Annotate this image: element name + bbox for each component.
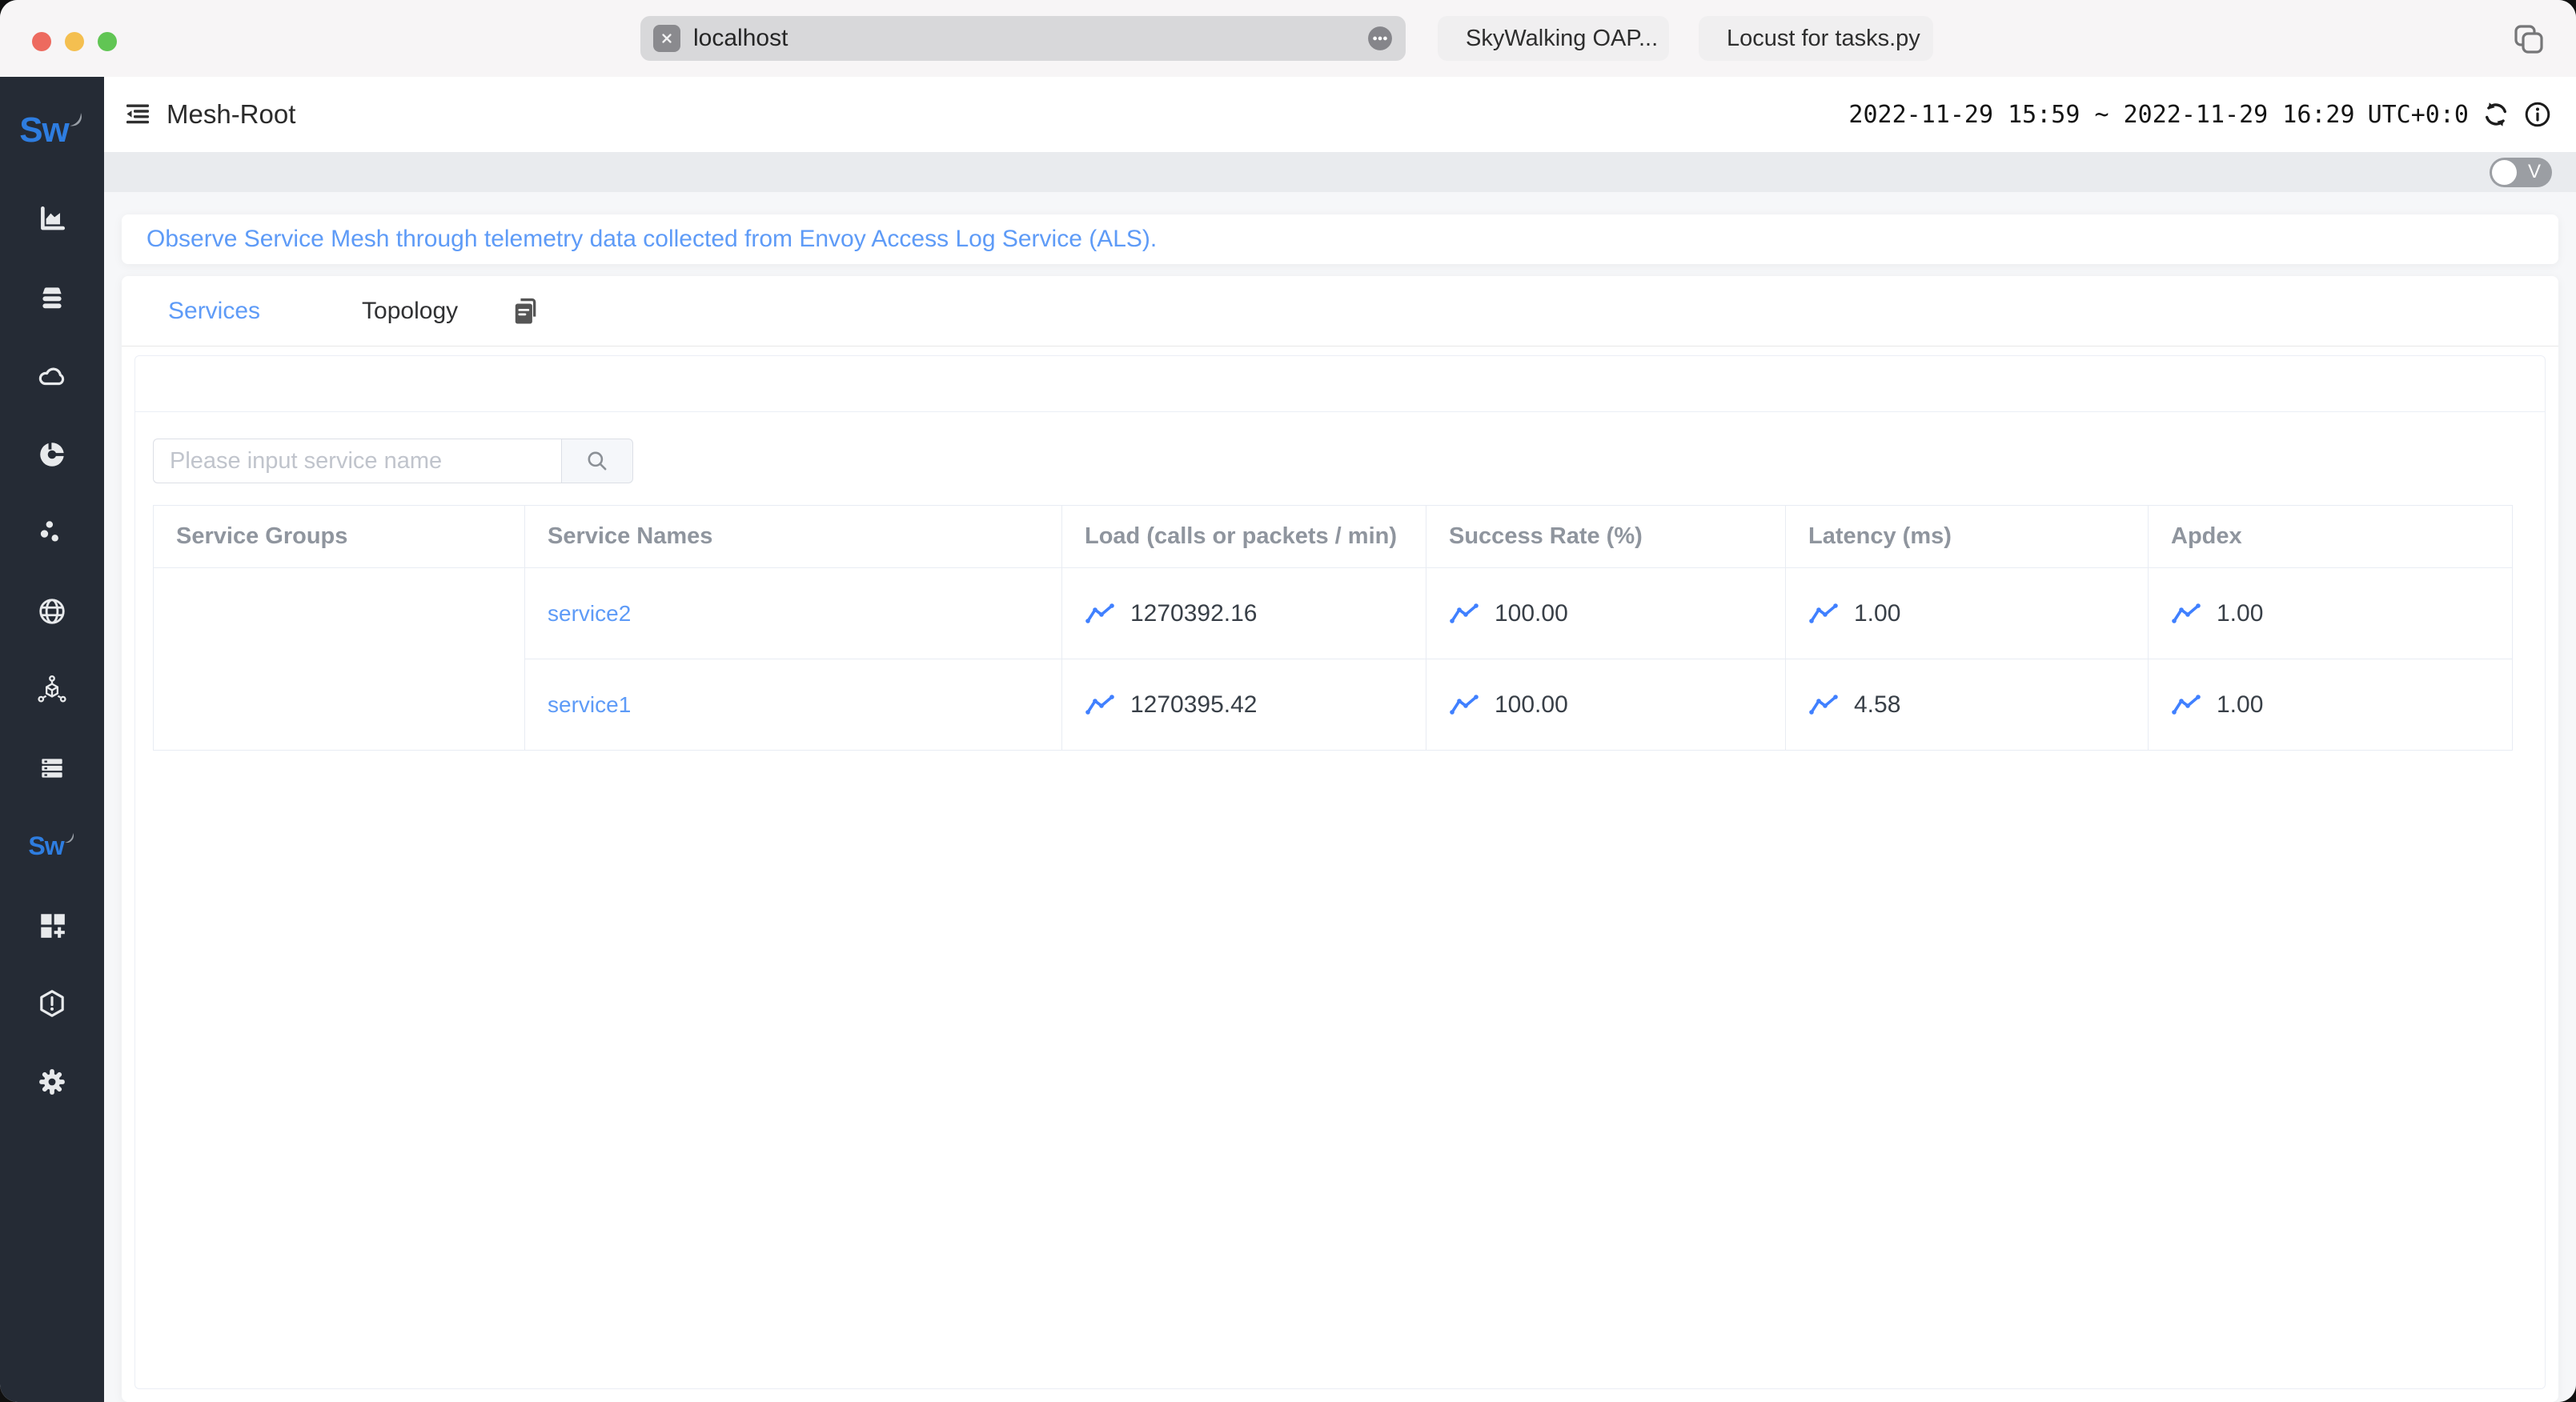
sidebar-item-service-mesh[interactable] <box>37 675 67 704</box>
logo-crescent-icon <box>70 113 82 126</box>
database-icon <box>42 287 62 309</box>
version-toggle[interactable]: V <box>2490 157 2552 187</box>
time-range[interactable]: 2022-11-29 15:59 ~ 2022-11-29 16:29 <box>1848 101 2354 129</box>
search-button[interactable] <box>561 439 633 483</box>
load-value: 1270392.16 <box>1130 599 1258 627</box>
browser-tab-locust[interactable]: Locust for tasks.py <box>1699 16 1933 61</box>
maximize-window-button[interactable] <box>98 32 117 51</box>
search-input[interactable] <box>153 439 561 483</box>
info-icon[interactable] <box>2523 100 2552 129</box>
sidebar-item-infrastructure[interactable] <box>37 362 67 391</box>
sparkline-icon[interactable] <box>1449 693 1481 717</box>
toggle-label: V <box>2527 161 2541 182</box>
service-link[interactable]: service2 <box>548 601 631 626</box>
skywalking-icon: Sw <box>28 832 75 861</box>
scatter-dots-icon <box>40 521 58 542</box>
col-service-groups: Service Groups <box>153 505 525 568</box>
service-search <box>153 439 2527 483</box>
sidebar-item-alerts[interactable] <box>37 989 67 1018</box>
globe-icon <box>39 599 65 624</box>
toggle-knob <box>2492 159 2517 185</box>
cloud-icon <box>38 367 65 386</box>
logo-crescent-icon <box>64 832 74 843</box>
table-header-row: Service Groups Service Names Load (calls… <box>153 505 2513 568</box>
sidebar-item-database[interactable] <box>37 283 67 312</box>
timezone[interactable]: UTC+0:0 <box>2368 101 2469 129</box>
browser-tab-skywalking[interactable]: SkyWalking OAP... <box>1438 16 1669 61</box>
group-cell <box>153 567 525 751</box>
sparkline-icon[interactable] <box>1449 602 1481 626</box>
window-controls <box>32 32 117 51</box>
service-link[interactable]: service1 <box>548 692 631 717</box>
bar-chart-icon <box>41 206 66 230</box>
sparkline-icon[interactable] <box>1085 602 1117 626</box>
sparkline-icon[interactable] <box>2171 693 2203 717</box>
sidebar-item-new-dashboard[interactable] <box>37 911 67 939</box>
success-rate-value: 100.00 <box>1495 599 1568 627</box>
tab-overview-icon[interactable] <box>2512 22 2546 56</box>
app-header: Mesh-Root 2022-11-29 15:59 ~ 2022-11-29 … <box>104 77 2576 152</box>
donut-chart-icon <box>40 439 67 467</box>
panel-header <box>135 356 2545 412</box>
refresh-icon[interactable] <box>2482 100 2510 129</box>
view-tabs: Services Topology <box>122 276 2558 346</box>
favicon-x-icon <box>653 25 680 52</box>
sparkline-icon[interactable] <box>1808 693 1840 717</box>
address-bar[interactable]: localhost <box>640 16 1406 61</box>
settings-gear-icon <box>39 1069 65 1095</box>
col-latency: Latency (ms) <box>1785 505 2149 568</box>
secondary-toolbar: V <box>104 152 2576 192</box>
load-value: 1270395.42 <box>1130 691 1258 718</box>
tab-topology[interactable]: Topology <box>362 298 458 325</box>
apdex-value: 1.00 <box>2217 691 2264 718</box>
services-table: Service Groups Service Names Load (calls… <box>153 505 2513 751</box>
main-card: Services Topology Please input service n… <box>122 276 2558 1402</box>
sidebar-item-dashboards[interactable] <box>37 205 67 234</box>
panel-body: Service Groups Service Names Load (calls… <box>135 412 2545 1388</box>
sidebar-item-skywalking-active[interactable]: Sw <box>28 832 75 861</box>
docs-icon[interactable] <box>509 295 541 327</box>
mesh-cube-icon <box>38 675 66 703</box>
skywalking-logo: Sw <box>19 110 85 155</box>
col-service-names: Service Names <box>524 505 1062 568</box>
sparkline-icon[interactable] <box>1085 693 1117 717</box>
alert-icon <box>40 990 64 1017</box>
sidebar-item-dashboard-list[interactable] <box>37 439 67 469</box>
col-load: Load (calls or packets / min) <box>1061 505 1426 568</box>
sparkline-icon[interactable] <box>2171 602 2203 626</box>
browser-tab-label: SkyWalking OAP... <box>1466 25 1659 51</box>
dashboard-add-icon <box>41 914 65 938</box>
col-apdex: Apdex <box>2148 505 2513 568</box>
latency-value: 4.58 <box>1854 691 1901 718</box>
server-list-icon <box>42 759 62 778</box>
sidebar-item-topology[interactable] <box>37 519 67 547</box>
browser-chrome: localhost SkyWalking OAP... Locust for t… <box>0 0 2576 77</box>
col-success-rate: Success Rate (%) <box>1426 505 1786 568</box>
close-window-button[interactable] <box>32 32 51 51</box>
browser-tab-label: Locust for tasks.py <box>1727 25 1920 51</box>
browser-window: localhost SkyWalking OAP... Locust for t… <box>0 0 2576 1402</box>
sidebar-item-browser[interactable] <box>37 597 67 626</box>
page-title: Mesh-Root <box>167 99 296 129</box>
success-rate-value: 100.00 <box>1495 691 1568 718</box>
apdex-value: 1.00 <box>2217 599 2264 627</box>
latency-value: 1.00 <box>1854 599 1901 627</box>
sparkline-icon[interactable] <box>1808 602 1840 626</box>
page-body: Observe Service Mesh through telemetry d… <box>104 192 2576 1402</box>
collapse-sidebar-icon[interactable] <box>123 100 152 129</box>
notice-text: Observe Service Mesh through telemetry d… <box>146 226 1158 252</box>
search-icon <box>588 451 607 471</box>
ellipsis-icon[interactable] <box>1367 26 1393 51</box>
notice-banner: Observe Service Mesh through telemetry d… <box>122 214 2558 264</box>
sidebar-item-settings[interactable] <box>37 1068 67 1096</box>
tab-services[interactable]: Services <box>168 298 260 325</box>
minimize-window-button[interactable] <box>65 32 84 51</box>
table-row: service2 1270392.16 100.00 1.00 1.00 <box>153 567 2513 751</box>
url-text: localhost <box>693 25 788 51</box>
services-panel: Service Groups Service Names Load (calls… <box>134 355 2546 1389</box>
sidebar-item-servers[interactable] <box>37 754 67 783</box>
sidebar: Sw Sw <box>0 77 104 1402</box>
